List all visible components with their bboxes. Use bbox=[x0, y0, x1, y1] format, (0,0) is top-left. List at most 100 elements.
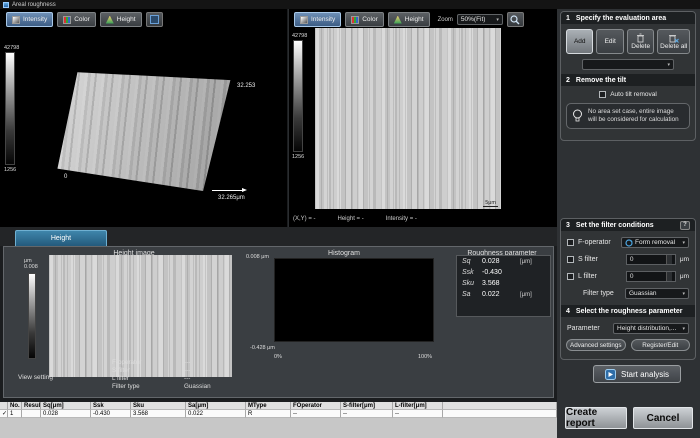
filter-type-select[interactable]: Guassian ▾ bbox=[625, 288, 689, 299]
edit-button[interactable]: Edit bbox=[596, 29, 623, 54]
height-label: Height bbox=[405, 16, 424, 23]
auto-tilt-checkbox[interactable] bbox=[599, 91, 606, 98]
help-button[interactable]: ? bbox=[680, 221, 690, 230]
parameter-select[interactable]: Height distribution,... ▾ bbox=[613, 323, 689, 334]
create-report-button[interactable]: Create report bbox=[565, 407, 627, 429]
parameter-label: Parameter bbox=[567, 325, 609, 332]
param-value: 0.028 bbox=[482, 258, 520, 265]
surface-3d-image[interactable] bbox=[52, 63, 234, 195]
vs-name: Filter type bbox=[112, 383, 184, 391]
spinner-icon[interactable] bbox=[666, 255, 672, 264]
cell-result bbox=[22, 410, 41, 418]
table-row[interactable]: ✓ 1 0.028 -0.430 3.568 0.022 R -- -- -- bbox=[0, 410, 557, 418]
lightbulb-icon bbox=[572, 109, 583, 123]
section3-number: 3 bbox=[566, 222, 570, 229]
viewer-3d: Intensity Color Height 42798 1256 32.253… bbox=[0, 9, 287, 227]
intensity-button-2d[interactable]: Intensity bbox=[294, 12, 341, 27]
scale-max-label: 42798 bbox=[4, 45, 19, 51]
tab-height[interactable]: Height bbox=[15, 230, 107, 246]
delete-all-button[interactable]: Delete all bbox=[657, 29, 690, 54]
chevron-down-icon: ▾ bbox=[496, 17, 499, 23]
status-intensity-value: = - bbox=[410, 216, 417, 222]
cancel-label: Cancel bbox=[647, 413, 680, 424]
section1-number: 1 bbox=[566, 15, 570, 22]
zoom-select[interactable]: 50%(Fit) ▾ bbox=[457, 14, 503, 25]
section2-title: Remove the tilt bbox=[576, 77, 626, 84]
chevron-down-icon: ▾ bbox=[667, 62, 670, 68]
mini-color-scale-bar bbox=[28, 273, 36, 359]
histogram-title: Histogram bbox=[259, 250, 429, 257]
right-panel: 1 Specify the evaluation area Add Edit D… bbox=[557, 9, 700, 438]
register-edit-label: Register/Edit bbox=[642, 342, 678, 349]
cancel-button[interactable]: Cancel bbox=[633, 407, 693, 429]
scale-min-label-2d: 1256 bbox=[292, 154, 304, 160]
vs-name: S filter bbox=[112, 367, 184, 375]
start-analysis-button[interactable]: Start analysis bbox=[593, 365, 681, 383]
3d-view-button[interactable] bbox=[146, 12, 163, 27]
param-value: -0.430 bbox=[482, 269, 520, 276]
histogram-min-label: -0.428 μm bbox=[250, 345, 275, 351]
cell-mtype: R bbox=[246, 410, 291, 418]
scale-min-label: 1256 bbox=[4, 167, 16, 173]
height-button[interactable]: Height bbox=[100, 12, 142, 27]
row-checkbox[interactable]: ✓ bbox=[2, 411, 7, 417]
magnifier-button[interactable] bbox=[507, 12, 524, 27]
status-height-label: Height bbox=[338, 216, 355, 222]
advanced-settings-label: Advanced settings bbox=[570, 342, 621, 349]
viewer-2d-toolbar: Intensity Color Height Zoom 50%(Fit) ▾ bbox=[294, 12, 524, 27]
areal-roughness-window: Areal roughness Intensity Color Height 4… bbox=[0, 0, 700, 438]
spinner-icon[interactable] bbox=[666, 272, 672, 281]
s-filter-input[interactable]: 0 bbox=[626, 254, 676, 265]
delete-all-label: Delete all bbox=[660, 43, 687, 50]
cell-ssk: -0.430 bbox=[91, 410, 131, 418]
col-result: Result bbox=[22, 402, 41, 410]
color-button-2d[interactable]: Color bbox=[345, 12, 384, 27]
advanced-settings-button[interactable]: Advanced settings bbox=[566, 339, 626, 351]
status-intensity-label: Intensity bbox=[386, 216, 408, 222]
axis-width-label: 32.265μm bbox=[218, 195, 245, 201]
intensity-icon bbox=[12, 16, 20, 24]
trash-all-icon bbox=[668, 33, 679, 43]
cursor-status-bar: (X,Y) = - Height = - Intensity = - bbox=[293, 216, 417, 222]
chevron-down-icon: ▾ bbox=[682, 291, 685, 297]
roughness-row-sa: Sa 0.022 [μm] bbox=[457, 289, 550, 300]
param-name: Sa bbox=[462, 291, 482, 298]
3d-cube-icon bbox=[150, 15, 159, 24]
param-value: 3.568 bbox=[482, 280, 520, 287]
col-sq: Sq[μm] bbox=[41, 402, 91, 410]
evaluation-area-select[interactable]: ▾ bbox=[582, 59, 674, 70]
s-filter-row: S filter 0 μm bbox=[561, 254, 695, 265]
color-button[interactable]: Color bbox=[57, 12, 96, 27]
header-check-cell bbox=[0, 402, 8, 410]
s-filter-checkbox[interactable] bbox=[567, 256, 574, 263]
l-filter-input[interactable]: 0 bbox=[626, 271, 676, 282]
height-label: Height bbox=[117, 16, 136, 23]
results-table-header: No. Result Sq[μm] Ssk Sku Sa[μm] MType F… bbox=[0, 402, 557, 410]
col-s-filter: S-filter[μm] bbox=[341, 402, 393, 410]
add-button[interactable]: Add bbox=[566, 29, 593, 54]
f-operator-select[interactable]: Form removal ▾ bbox=[621, 237, 689, 248]
roughness-row-ssk: Ssk -0.430 bbox=[457, 267, 550, 278]
param-unit: [μm] bbox=[520, 292, 532, 298]
scalebar-label: 5μm bbox=[483, 200, 498, 207]
section4-number: 4 bbox=[566, 308, 570, 315]
col-ssk: Ssk bbox=[91, 402, 131, 410]
vs-value: --- bbox=[184, 367, 190, 375]
filter-type-value: Guassian bbox=[629, 290, 656, 297]
f-operator-checkbox[interactable] bbox=[567, 239, 574, 246]
histogram-plot[interactable] bbox=[274, 258, 434, 342]
intensity-button[interactable]: Intensity bbox=[6, 12, 53, 27]
intensity-label: Intensity bbox=[311, 16, 335, 23]
vs-name: F-operator bbox=[112, 359, 184, 367]
register-edit-button[interactable]: Register/Edit bbox=[631, 339, 691, 351]
height-button-2d[interactable]: Height bbox=[388, 12, 430, 27]
l-filter-checkbox[interactable] bbox=[567, 273, 574, 280]
cell-sku: 3.568 bbox=[131, 410, 186, 418]
status-xy-label: (X,Y) bbox=[293, 216, 307, 222]
start-analysis-label: Start analysis bbox=[621, 370, 669, 379]
color-icon bbox=[63, 16, 71, 24]
start-analysis-icon bbox=[605, 369, 616, 380]
delete-button[interactable]: Delete bbox=[627, 29, 654, 54]
intensity-2d-image[interactable]: 5μm bbox=[315, 28, 501, 209]
l-filter-label: L filter bbox=[578, 273, 622, 280]
